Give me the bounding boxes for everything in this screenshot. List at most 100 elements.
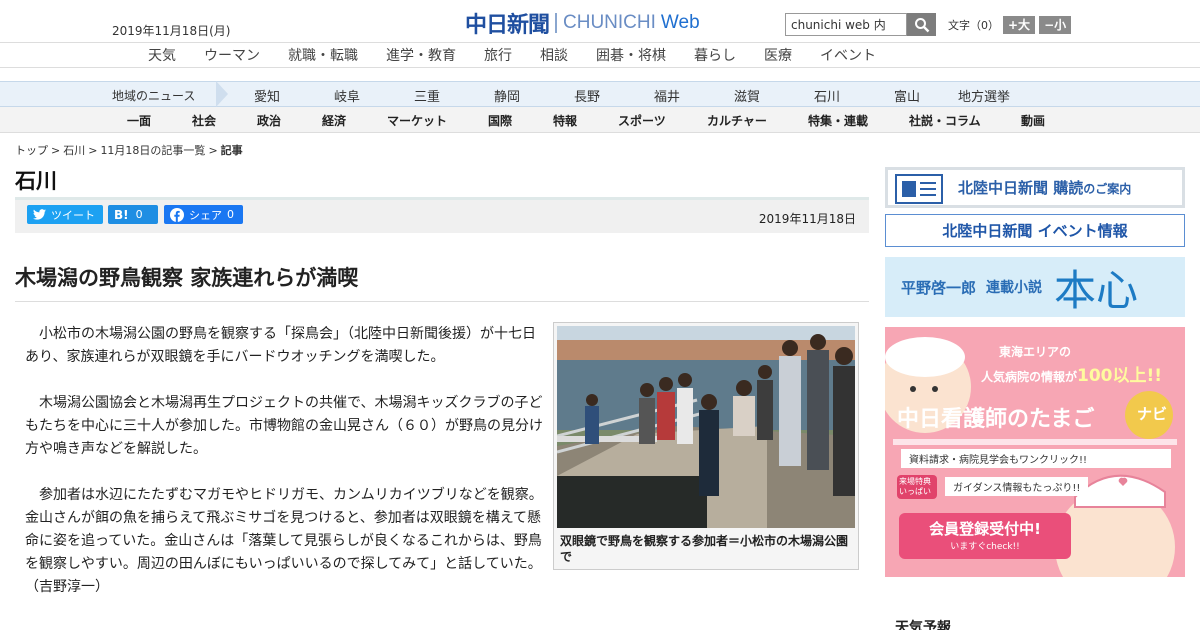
- global-nav-item[interactable]: 旅行: [484, 45, 512, 65]
- region-nav-item[interactable]: 富山: [894, 86, 920, 105]
- font-size-label: 文字（0）: [948, 19, 999, 32]
- subscription-banner-sub: のご案内: [1083, 182, 1132, 196]
- logo-en: CHUNICHI: [563, 12, 656, 33]
- category-nav-item[interactable]: マーケット: [387, 112, 447, 129]
- breadcrumb-separator: >: [51, 144, 61, 157]
- category-nav-item[interactable]: カルチャー: [707, 112, 767, 129]
- category-nav-item[interactable]: 社説・コラム: [909, 112, 981, 129]
- search-icon: [914, 17, 929, 32]
- share-bar: ツイート B! 0 シェア 0 2019年11月18日: [15, 200, 869, 233]
- breadcrumb-link[interactable]: トップ: [15, 144, 48, 157]
- region-nav-item[interactable]: 三重: [414, 86, 440, 105]
- category-nav-item[interactable]: 動画: [1021, 112, 1045, 129]
- region-nav-item[interactable]: 静岡: [494, 86, 520, 105]
- tweet-label: ツイート: [51, 208, 95, 222]
- global-nav-item[interactable]: 相談: [540, 45, 568, 65]
- newspaper-icon: [895, 173, 943, 204]
- category-nav-item[interactable]: 国際: [488, 112, 512, 129]
- category-nav-item[interactable]: 特集・連載: [808, 112, 868, 129]
- region-nav-item[interactable]: 長野: [574, 86, 600, 105]
- tweet-button[interactable]: ツイート: [27, 205, 103, 224]
- novel-author: 平野啓一郎: [901, 278, 977, 297]
- nurse-ad-title-suffix: ナビ: [1137, 405, 1168, 423]
- article-headline: 木場潟の野鳥観察 家族連れらが満喫: [15, 266, 359, 290]
- region-nav-item[interactable]: 滋賀: [734, 86, 760, 105]
- category-nav-item[interactable]: 経済: [322, 112, 346, 129]
- article-photo-figure: 双眼鏡で野鳥を観察する参加者＝小松市の木場潟公園で: [553, 322, 859, 570]
- facebook-count: 0: [227, 208, 234, 221]
- global-nav: 天気 ウーマン 就職・転職 進学・教育 旅行 相談 囲碁・将棋 暮らし 医療 イ…: [0, 42, 1200, 68]
- breadcrumb-current: 記事: [220, 144, 243, 157]
- article-paragraph: 参加者は水辺にたたずむマガモやヒドリガモ、カンムリカイツブリなどを観察。金山さん…: [25, 487, 543, 595]
- category-nav-item[interactable]: 一面: [127, 112, 151, 129]
- nurse-ad-bullet2: ガイダンス情報もたっぷり!!: [945, 477, 1089, 496]
- global-nav-item[interactable]: 天気: [148, 45, 176, 65]
- breadcrumb-link[interactable]: 石川: [63, 144, 85, 157]
- category-nav-item[interactable]: 政治: [257, 112, 281, 129]
- global-nav-item[interactable]: 暮らし: [694, 45, 736, 65]
- novel-series-label: 連載小説: [986, 280, 1043, 296]
- event-info-banner[interactable]: 北陸中日新聞 イベント情報: [885, 214, 1185, 247]
- global-nav-item[interactable]: 囲碁・将棋: [596, 45, 666, 65]
- article-photo[interactable]: [557, 326, 855, 528]
- weather-heading: 天気予報: [895, 620, 951, 630]
- search-button[interactable]: [907, 13, 936, 36]
- region-nav-item[interactable]: 愛知: [254, 86, 280, 105]
- novel-title: 本心: [1054, 265, 1139, 315]
- logo-web: Web: [660, 12, 700, 33]
- twitter-bird-icon: [33, 209, 46, 220]
- logo-kanji: 中日新聞: [465, 12, 550, 38]
- region-nav-item[interactable]: 福井: [654, 86, 680, 105]
- category-nav: 一面 社会 政治 経済 マーケット 国際 特報 スポーツ カルチャー 特集・連載…: [0, 107, 1200, 133]
- logo-separator: [555, 13, 558, 33]
- hatena-count: 0: [135, 208, 143, 221]
- publish-date: 2019年11月18日: [758, 212, 856, 226]
- category-nav-item[interactable]: 社会: [192, 112, 216, 129]
- nurse-ad-cta-sub: いますぐcheck!!: [950, 542, 1020, 552]
- nurse-ad-line2-text: 人気病院の情報が: [981, 370, 1078, 384]
- section-title: 石川: [15, 169, 57, 193]
- site-logo[interactable]: 中日新聞 CHUNICHI Web: [465, 10, 700, 38]
- hatena-bookmark-button[interactable]: B! 0: [108, 205, 158, 224]
- breadcrumb-separator: >: [88, 144, 98, 157]
- header-date: 2019年11月18日(月): [112, 24, 231, 38]
- global-nav-item[interactable]: 医療: [764, 45, 792, 65]
- font-size-control: 文字（0） +大 −小: [948, 16, 1072, 34]
- nurse-navi-ad[interactable]: 東海エリアの 人気病院の情報が100以上!! 中日看護師のたまご ナビ 資料請求…: [885, 327, 1185, 577]
- region-nav-item[interactable]: 地方選挙: [958, 86, 1010, 105]
- global-nav-item[interactable]: 就職・転職: [288, 45, 358, 65]
- novel-banner[interactable]: 平野啓一郎 連載小説 本心: [885, 257, 1185, 317]
- site-header: 2019年11月18日(月) 中日新聞 CHUNICHI Web 文字（0） +…: [0, 0, 1200, 42]
- facebook-share-button[interactable]: シェア 0: [164, 205, 243, 224]
- breadcrumb-link[interactable]: 11月18日の記事一覧: [100, 144, 205, 157]
- region-nav-label: 地域のニュース: [112, 89, 196, 103]
- subscription-banner-text: 北陸中日新聞 購読のご案内: [958, 177, 1131, 198]
- search-input[interactable]: [785, 13, 907, 36]
- headline-divider: [15, 301, 869, 302]
- article-paragraph: 小松市の木場潟公園の野鳥を観察する「探鳥会」（北陸中日新聞後援）が十七日あり、家…: [25, 326, 536, 365]
- nurse-ad-cta-label: 会員登録受付中!: [929, 520, 1041, 538]
- photo-illustration: [557, 326, 855, 528]
- global-nav-item[interactable]: ウーマン: [204, 45, 260, 65]
- subscription-banner-main: 北陸中日新聞 購読: [958, 179, 1084, 197]
- global-nav-item[interactable]: イベント: [820, 45, 876, 65]
- region-nav: 地域のニュース 愛知 岐阜 三重 静岡 長野 福井 滋賀 石川 富山 地方選挙: [0, 81, 1200, 107]
- breadcrumb-separator: >: [208, 144, 218, 157]
- breadcrumb: トップ > 石川 >11月18日の記事一覧 > 記事: [15, 142, 243, 158]
- category-nav-item[interactable]: 特報: [553, 112, 577, 129]
- nurse-ad-cta[interactable]: 会員登録受付中! いますぐcheck!!: [899, 513, 1071, 559]
- font-size-down-button[interactable]: −小: [1039, 16, 1072, 34]
- global-nav-item[interactable]: 進学・教育: [386, 45, 456, 65]
- region-nav-item[interactable]: 岐阜: [334, 86, 360, 105]
- subscription-banner[interactable]: 北陸中日新聞 購読のご案内: [885, 167, 1185, 208]
- font-size-up-button[interactable]: +大: [1003, 16, 1036, 34]
- article-paragraph: 木場潟公園協会と木場潟再生プロジェクトの共催で、木場潟キッズクラブの子どもたちを…: [25, 395, 543, 457]
- region-nav-item[interactable]: 石川: [814, 86, 840, 105]
- site-search: [785, 13, 936, 36]
- photo-caption: 双眼鏡で野鳥を観察する参加者＝小松市の木場潟公園で: [560, 534, 849, 564]
- nurse-ad-badge: 来場特典いっぱい: [897, 475, 937, 499]
- nurse-ad-highlight: 100以上!!: [1077, 366, 1163, 386]
- category-nav-item[interactable]: スポーツ: [618, 112, 666, 129]
- nurse-ad-line2: 人気病院の情報が100以上!!: [981, 361, 1162, 386]
- article-body: 小松市の木場潟公園の野鳥を観察する「探鳥会」（北陸中日新聞後援）が十七日あり、家…: [25, 323, 545, 622]
